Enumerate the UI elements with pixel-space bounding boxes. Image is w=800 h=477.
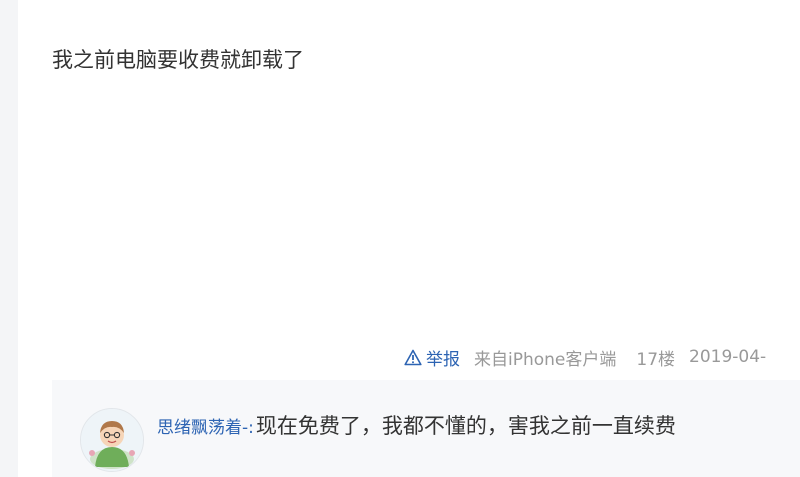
cartoon-avatar-icon: [81, 409, 143, 471]
post-content: 我之前电脑要收费就卸载了: [52, 48, 304, 72]
post-tail: 举报 来自iPhone客户端 17楼 2019-04-: [404, 344, 766, 370]
report-link[interactable]: 举报: [404, 345, 460, 370]
reply-avatar[interactable]: [80, 408, 144, 472]
reply-username[interactable]: 思绪飘荡着-:: [157, 413, 254, 438]
post-date: 2019-04-: [689, 347, 767, 367]
reply-item: 思绪飘荡着-: 现在免费了，我都不懂的，害我之前一直续费: [157, 410, 676, 440]
floor-number: 17楼: [636, 349, 676, 370]
left-gutter: [0, 0, 18, 477]
reply-text: 现在免费了，我都不懂的，害我之前一直续费: [255, 414, 676, 438]
report-label: 举报: [426, 349, 460, 370]
client-source: 来自iPhone客户端: [474, 349, 617, 370]
warning-triangle-icon: [404, 349, 422, 365]
post-floor: 我之前电脑要收费就卸载了 举报 来自iPhone客户端 17楼 2019-04-: [0, 0, 800, 477]
